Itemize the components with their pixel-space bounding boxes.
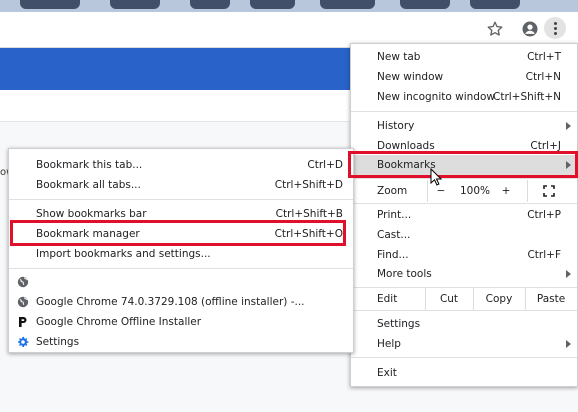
tab-thumbnail <box>190 0 230 9</box>
menu-item-show-bookmarks-bar[interactable]: Show bookmarks bar Ctrl+Shift+B <box>9 204 353 224</box>
zoom-label: Zoom <box>377 185 408 197</box>
menu-item-new-window[interactable]: New window Ctrl+N <box>351 67 577 87</box>
menu-separator <box>9 199 353 200</box>
menu-separator <box>351 357 577 358</box>
p-logo-icon <box>19 317 27 327</box>
menu-item-more-tools[interactable]: More tools <box>351 264 577 284</box>
bookmark-star-icon[interactable] <box>486 20 504 38</box>
globe-icon <box>17 276 29 288</box>
menu-item-new-tab[interactable]: New tab Ctrl+T <box>351 47 577 67</box>
zoom-row: Zoom − 100% + <box>351 180 577 202</box>
menu-item-cast[interactable]: Cast... <box>351 225 577 245</box>
menu-item-downloads[interactable]: Downloads Ctrl+J <box>351 136 577 156</box>
menu-separator <box>351 178 577 179</box>
copy-button[interactable]: Copy <box>473 288 525 310</box>
tab-thumbnail <box>20 0 80 9</box>
tab-strip <box>0 0 578 12</box>
zoom-in-button[interactable]: + <box>495 180 517 202</box>
submenu-arrow-icon <box>566 340 571 348</box>
submenu-arrow-icon <box>566 161 571 169</box>
submenu-arrow-icon <box>566 122 571 130</box>
menu-separator <box>351 310 577 311</box>
bookmark-item[interactable] <box>9 272 353 292</box>
bookmark-item[interactable]: Google Chrome Offline Installer <box>9 312 353 332</box>
fullscreen-icon[interactable] <box>543 185 555 197</box>
menu-separator <box>9 268 353 269</box>
menu-item-find[interactable]: Find... Ctrl+F <box>351 245 577 265</box>
menu-item-bookmarks[interactable]: Bookmarks <box>351 155 577 175</box>
menu-item-import-bookmarks[interactable]: Import bookmarks and settings... <box>9 244 353 264</box>
account-icon[interactable] <box>521 20 539 38</box>
menu-item-exit[interactable]: Exit <box>351 363 577 383</box>
paste-button[interactable]: Paste <box>525 288 577 310</box>
menu-item-new-incognito[interactable]: New incognito window Ctrl+Shift+N <box>351 87 577 107</box>
menu-item-history[interactable]: History <box>351 116 577 136</box>
mouse-pointer-icon <box>430 168 442 186</box>
menu-separator <box>351 203 577 204</box>
tab-thumbnail <box>320 0 375 9</box>
cut-button[interactable]: Cut <box>425 288 473 310</box>
chrome-menu-button[interactable] <box>544 17 566 39</box>
menu-item-help[interactable]: Help <box>351 334 577 354</box>
submenu-arrow-icon <box>566 270 571 278</box>
edit-row: Edit Cut Copy Paste <box>351 288 577 310</box>
tab-thumbnail <box>110 0 160 9</box>
bookmarks-submenu: Bookmark this tab... Ctrl+D Bookmark all… <box>8 148 354 353</box>
menu-item-bookmark-tab[interactable]: Bookmark this tab... Ctrl+D <box>9 155 353 175</box>
bookmark-item[interactable]: Google Chrome 74.0.3729.108 (offline ins… <box>9 292 353 312</box>
menu-item-bookmark-manager[interactable]: Bookmark manager Ctrl+Shift+O <box>9 224 353 244</box>
bookmark-item[interactable]: Settings <box>9 332 353 352</box>
menu-separator <box>351 111 577 112</box>
tab-thumbnail <box>400 0 450 9</box>
zoom-level: 100% <box>459 185 491 197</box>
menu-item-bookmark-all-tabs[interactable]: Bookmark all tabs... Ctrl+Shift+D <box>9 175 353 195</box>
menu-item-settings[interactable]: Settings <box>351 314 577 334</box>
tab-thumbnail <box>250 0 295 9</box>
menu-item-print[interactable]: Print... Ctrl+P <box>351 205 577 225</box>
tab-thumbnail <box>470 0 520 9</box>
gear-icon <box>18 336 29 347</box>
globe-icon <box>17 296 29 308</box>
chrome-main-menu: New tab Ctrl+T New window Ctrl+N New inc… <box>350 43 578 387</box>
edit-label: Edit <box>377 293 398 305</box>
